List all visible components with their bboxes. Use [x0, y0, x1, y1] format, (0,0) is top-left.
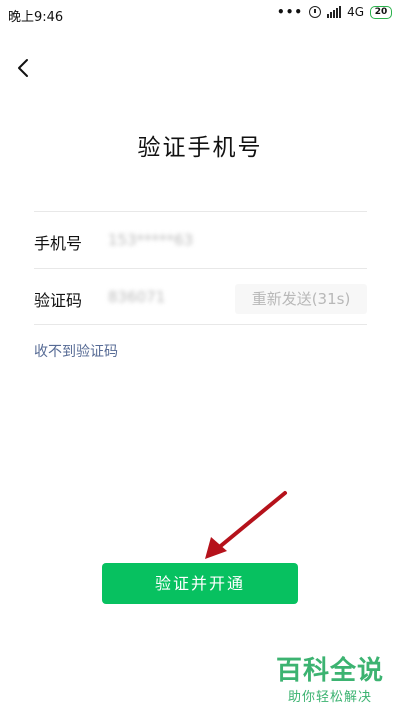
- phone-value[interactable]: 153*****63: [108, 231, 193, 249]
- back-button[interactable]: [10, 52, 38, 84]
- watermark-title: 百科全说: [275, 656, 384, 686]
- alarm-clock-icon: [309, 6, 322, 18]
- code-row: 验证码 836071 重新发送(31s): [34, 268, 367, 325]
- status-icons: ••• 4G 20: [277, 5, 392, 19]
- battery-icon: 20: [370, 5, 392, 19]
- status-bar: 晚上9:46 ••• 4G 20: [0, 0, 400, 28]
- page-title: 验证手机号: [137, 135, 263, 161]
- code-input[interactable]: 836071: [108, 288, 165, 306]
- chevron-left-icon: [18, 59, 28, 77]
- watermark-subtitle: 助你轻松解决: [287, 690, 372, 705]
- notification-dots-icon: •••: [277, 5, 304, 19]
- code-label: 验证码: [34, 291, 83, 310]
- signal-bars-icon: [327, 6, 342, 18]
- no-code-link[interactable]: 收不到验证码: [34, 341, 118, 361]
- phone-row: 手机号 153*****63: [34, 211, 367, 268]
- resend-code-button[interactable]: 重新发送(31s): [235, 284, 367, 314]
- status-time: 晚上9:46: [8, 10, 64, 25]
- watermark-logo: 百科全说 助你轻松解决: [270, 656, 390, 705]
- network-type: 4G: [347, 5, 364, 19]
- phone-label: 手机号: [34, 234, 83, 253]
- verify-and-activate-button[interactable]: 验证并开通: [102, 563, 298, 604]
- red-arrow-annotation: [205, 491, 287, 559]
